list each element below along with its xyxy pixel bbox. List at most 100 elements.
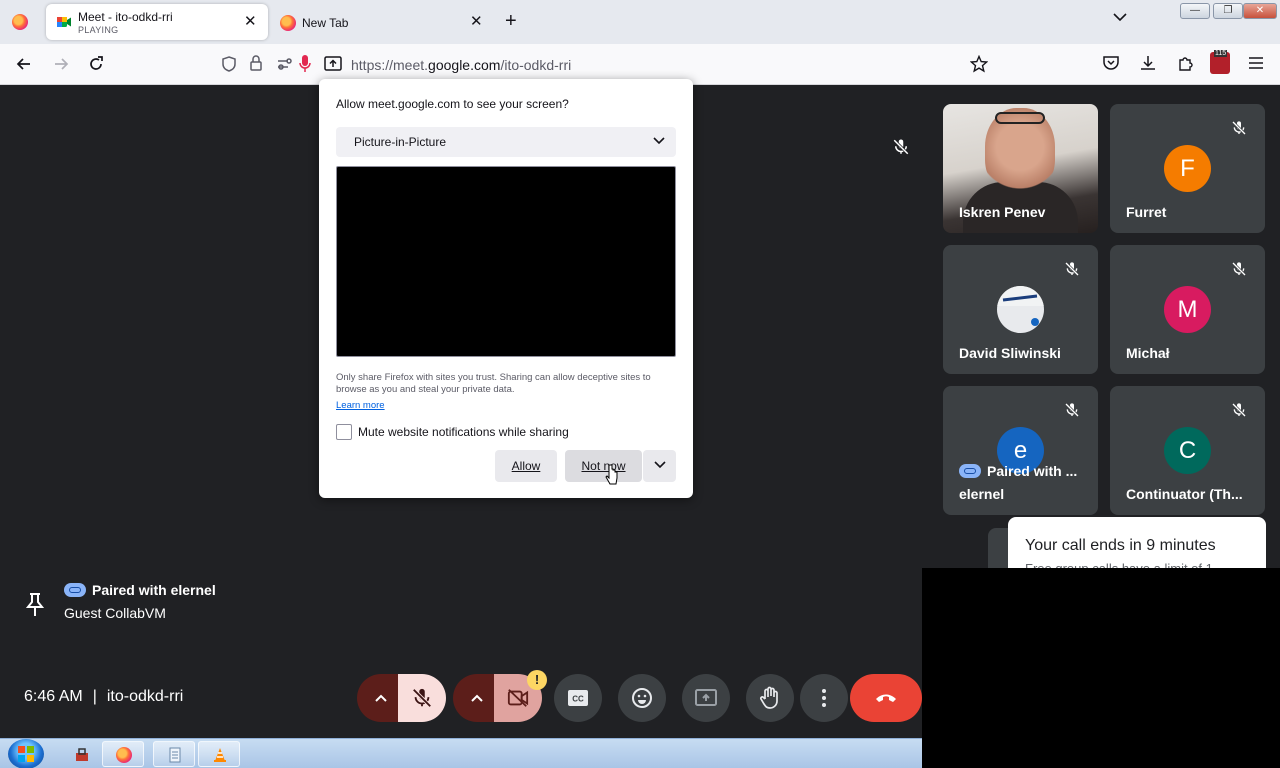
tab-strip: Meet - ito-odkd-rri PLAYING ✕ New Tab ✕ …: [0, 0, 1280, 44]
windows-taskbar: [0, 738, 922, 768]
meet-icon: [57, 17, 71, 27]
share-source-value: Picture-in-Picture: [354, 135, 447, 149]
close-window-button[interactable]: ✕: [1243, 3, 1277, 19]
windows-logo-icon: [18, 746, 34, 762]
firefox-menu-icon[interactable]: [12, 14, 28, 30]
restore-button[interactable]: ❐: [1213, 3, 1243, 19]
pocket-icon[interactable]: [1102, 54, 1120, 72]
microphone-sharing-icon[interactable]: [298, 54, 312, 74]
extension-shield-icon[interactable]: 115: [1210, 50, 1230, 74]
notice-title: Your call ends in 9 minutes: [1025, 537, 1216, 554]
taskbar-notepad[interactable]: [153, 741, 195, 767]
camera-off-icon: [507, 689, 529, 707]
raise-hand-button[interactable]: [746, 674, 794, 722]
extensions-icon[interactable]: [1176, 54, 1194, 72]
learn-more-link[interactable]: Learn more: [336, 400, 385, 411]
share-preview: [336, 166, 676, 357]
minimize-button[interactable]: —: [1180, 3, 1210, 19]
url-text[interactable]: https://meet.google.com/ito-odkd-rri: [351, 57, 571, 73]
screen-share-icon[interactable]: [323, 54, 343, 74]
not-now-options-button[interactable]: [643, 450, 676, 482]
participant-tile-continuator[interactable]: C Continuator (Th...: [1110, 386, 1265, 515]
toolbox-icon: [76, 748, 88, 761]
firefox-icon: [116, 747, 132, 763]
participant-tile-elernel[interactable]: e Paired with ... elernel: [943, 386, 1098, 515]
shield-icon[interactable]: [220, 55, 238, 73]
extension-badge-count: 115: [1214, 50, 1228, 57]
participant-name: Michał: [1126, 345, 1170, 361]
taskbar-app-tool[interactable]: [60, 741, 102, 767]
back-icon[interactable]: [14, 54, 34, 74]
permissions-icon[interactable]: [276, 55, 294, 73]
closed-captions-icon: CC: [568, 690, 588, 706]
participant-tile-iskren[interactable]: Iskren Penev: [943, 104, 1098, 233]
meeting-code[interactable]: ito-odkd-rri: [107, 688, 183, 705]
dialog-title: Allow meet.google.com to see your screen…: [336, 97, 569, 111]
mic-off-icon: [1232, 262, 1246, 276]
avatar-logo-image: [997, 286, 1044, 333]
avatar: C: [1164, 427, 1211, 474]
new-tab-button[interactable]: +: [505, 10, 517, 33]
bookmark-star-icon[interactable]: [970, 55, 988, 73]
link-icon: [959, 464, 981, 478]
screen-share-permission-dialog: Allow meet.google.com to see your screen…: [319, 79, 693, 498]
allow-button[interactable]: Allow: [495, 450, 557, 482]
chevron-up-icon: [375, 694, 387, 702]
guest-name: Guest CollabVM: [64, 605, 166, 621]
reactions-button[interactable]: [618, 674, 666, 722]
mic-off-icon: [1232, 121, 1246, 135]
mic-off-icon: [1232, 403, 1246, 417]
emoji-icon: [632, 688, 652, 708]
camera-warning-badge[interactable]: !: [527, 670, 547, 690]
taskbar-vlc[interactable]: [198, 741, 240, 767]
tab-new-tab[interactable]: New Tab ✕: [272, 4, 494, 40]
participant-name: David Sliwinski: [959, 345, 1061, 361]
participant-tile-furret[interactable]: F Furret: [1110, 104, 1265, 233]
taskbar-firefox[interactable]: [102, 741, 144, 767]
captions-button[interactable]: CC: [554, 674, 602, 722]
clock-time: 6:46 AM: [24, 688, 83, 705]
close-tab-icon[interactable]: ✕: [244, 12, 257, 30]
list-tabs-icon[interactable]: [1112, 12, 1128, 22]
start-button[interactable]: [8, 739, 44, 768]
mute-notifications-checkbox[interactable]: [336, 424, 352, 440]
hand-icon: [760, 686, 778, 709]
downloads-icon[interactable]: [1139, 54, 1157, 72]
link-icon: [64, 583, 86, 597]
mic-off-icon: [893, 139, 909, 155]
participant-tile-michal[interactable]: M Michał: [1110, 245, 1265, 374]
participant-tile-david[interactable]: David Sliwinski: [943, 245, 1098, 374]
tab-title: New Tab: [302, 16, 349, 30]
present-now-button[interactable]: [682, 674, 730, 722]
more-options-button[interactable]: [800, 674, 848, 722]
url-bar[interactable]: https://meet.google.com/ito-odkd-rri: [210, 49, 1000, 79]
leave-call-button[interactable]: [850, 674, 922, 722]
paired-label: Paired with ...: [959, 463, 1077, 479]
present-screen-icon: [695, 689, 717, 706]
firefox-icon: [280, 15, 296, 31]
forward-icon[interactable]: [51, 54, 71, 74]
mouse-cursor-icon: [605, 464, 618, 485]
paired-label: Paired with elernel: [64, 582, 216, 598]
mute-notifications-label[interactable]: Mute website notifications while sharing: [358, 425, 569, 439]
participant-name: Furret: [1126, 204, 1167, 220]
share-source-select[interactable]: Picture-in-Picture: [336, 127, 676, 157]
vlc-cone-icon: [214, 748, 226, 762]
participant-name: elernel: [959, 486, 1005, 502]
microphone-toggle-button[interactable]: [398, 674, 446, 722]
not-now-button[interactable]: Not now: [565, 450, 642, 482]
close-tab-icon[interactable]: ✕: [470, 12, 483, 30]
reload-icon[interactable]: [86, 54, 106, 74]
meeting-details: 6:46 AM | ito-odkd-rri: [24, 688, 184, 705]
participant-name: Continuator (Th...: [1126, 486, 1243, 502]
more-vert-icon: [822, 689, 826, 707]
notepad-icon: [169, 747, 181, 763]
svg-text:CC: CC: [572, 695, 584, 704]
mic-off-icon: [412, 688, 432, 708]
tab-meet[interactable]: Meet - ito-odkd-rri PLAYING ✕: [46, 4, 268, 40]
pin-icon[interactable]: [24, 592, 46, 618]
chevron-up-icon: [471, 694, 483, 702]
avatar: M: [1164, 286, 1211, 333]
hamburger-menu-icon[interactable]: [1247, 54, 1265, 72]
lock-icon[interactable]: [248, 54, 264, 72]
